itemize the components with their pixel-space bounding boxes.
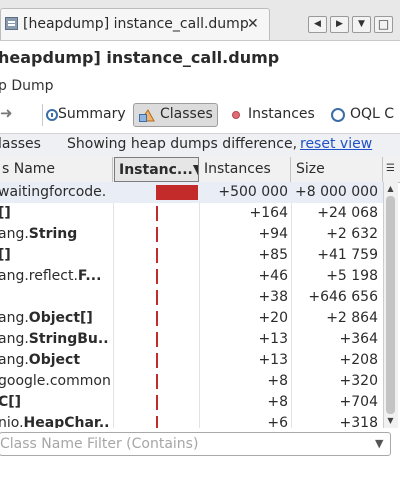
scroll-tabs-right-button[interactable]: ▶ [330, 16, 349, 33]
scroll-down-icon[interactable]: ▼ [385, 416, 396, 426]
summary-view-button[interactable]: Summary [42, 103, 130, 127]
tab-list-menu-button[interactable]: ▼ [352, 16, 371, 33]
table-row[interactable]: nio.HeapChar... +6 +318 [0, 413, 383, 428]
scroll-tabs-left-button[interactable]: ◀ [308, 16, 327, 33]
table-row[interactable]: ang.String +94 +2 632 [0, 224, 383, 245]
table-row[interactable]: [] +164 +24 068 [0, 203, 383, 224]
close-tab-icon[interactable]: ✕ [247, 16, 259, 32]
table-row[interactable]: waitingforcode. +500 000 +8 000 000 [0, 182, 383, 203]
tab-title: [heapdump] instance_call.dump [23, 16, 249, 32]
class-name-cell: ang.Object[] [0, 310, 93, 326]
table-row[interactable]: ang.Object +13 +208 [0, 350, 383, 371]
instances-diff-bar [156, 353, 158, 368]
scrollbar-thumb[interactable] [386, 196, 395, 414]
column-chooser-icon[interactable]: ☰ [383, 158, 398, 180]
table-row[interactable]: google.common +8 +320 [0, 371, 383, 392]
instances-diff-bar [156, 416, 158, 428]
column-header-instances[interactable]: Instances [200, 157, 291, 182]
class-name-cell: [] [0, 247, 11, 263]
filter-history-dropdown-icon[interactable]: ▼ [375, 437, 383, 450]
reset-view-link[interactable]: reset view [300, 136, 372, 152]
instances-diff-bar [156, 374, 158, 389]
table-row[interactable]: +38 +646 656 [0, 287, 383, 308]
instances-diff-bar [156, 332, 158, 347]
oql-icon [331, 108, 345, 122]
diff-status-text: Showing heap dumps difference, [67, 136, 298, 152]
column-header-instances-bar[interactable]: Instanc...▼ [114, 157, 199, 182]
class-name-cell: ang.String [0, 226, 78, 242]
table-row[interactable]: ang.StringBu... +13 +364 [0, 329, 383, 350]
classes-icon [139, 109, 155, 122]
table-row[interactable]: C[] +8 +704 [0, 392, 383, 413]
classes-view-button[interactable]: Classes [133, 103, 218, 127]
table-row[interactable]: ang.reflect.F... +46 +5 198 [0, 266, 383, 287]
classes-label: Classes [160, 106, 213, 122]
instances-diff-bar [156, 395, 158, 410]
oql-console-button[interactable]: OQL C [328, 103, 400, 127]
instances-diff-bar [156, 269, 158, 284]
classes-table-body[interactable]: waitingforcode. +500 000 +8 000 000 [] +… [0, 182, 383, 428]
class-name-filter-input[interactable] [0, 432, 391, 456]
class-name-cell: nio.HeapChar... [0, 415, 110, 428]
oql-label: OQL C [350, 106, 395, 122]
table-row[interactable]: ang.Object[] +20 +2 864 [0, 308, 383, 329]
maximize-window-button[interactable]: □ [374, 16, 393, 33]
bottom-empty-area [0, 458, 400, 500]
instances-diff-bar [156, 248, 158, 263]
instances-view-button[interactable]: Instances [226, 103, 324, 127]
instances-diff-bar [156, 290, 158, 305]
class-name-cell: C[] [0, 394, 22, 410]
column-header-class-name[interactable]: s Name [0, 157, 113, 182]
class-name-cell: waitingforcode. [0, 184, 107, 200]
classes-section-label: lasses [0, 136, 41, 152]
table-row[interactable]: [] +85 +41 759 [0, 245, 383, 266]
class-name-cell: ang.reflect.F... [0, 268, 102, 284]
instances-diff-bar [156, 206, 158, 221]
page-title: heapdump] instance_call.dump [0, 48, 280, 67]
class-name-cell: ang.StringBu... [0, 331, 110, 347]
class-name-cell: google.common [0, 373, 110, 389]
instances-label: Instances [248, 106, 315, 122]
instances-diff-bar [156, 227, 158, 242]
back-arrow-icon[interactable]: ➜ [0, 104, 13, 122]
summary-label: Summary [58, 106, 126, 122]
heapdump-tab[interactable]: [heapdump] instance_call.dump ✕ [0, 8, 270, 40]
heap-dump-subtitle: p Dump [0, 78, 54, 94]
instances-icon [232, 111, 240, 119]
class-name-cell: [] [0, 205, 11, 221]
instances-diff-bar [156, 185, 198, 200]
scroll-up-icon[interactable]: ▲ [385, 184, 396, 194]
instances-diff-bar [156, 311, 158, 326]
summary-info-icon [46, 109, 58, 121]
column-header-size[interactable]: Size [292, 157, 383, 182]
class-name-cell: ang.Object [0, 352, 81, 368]
heapdump-file-icon [5, 17, 18, 30]
